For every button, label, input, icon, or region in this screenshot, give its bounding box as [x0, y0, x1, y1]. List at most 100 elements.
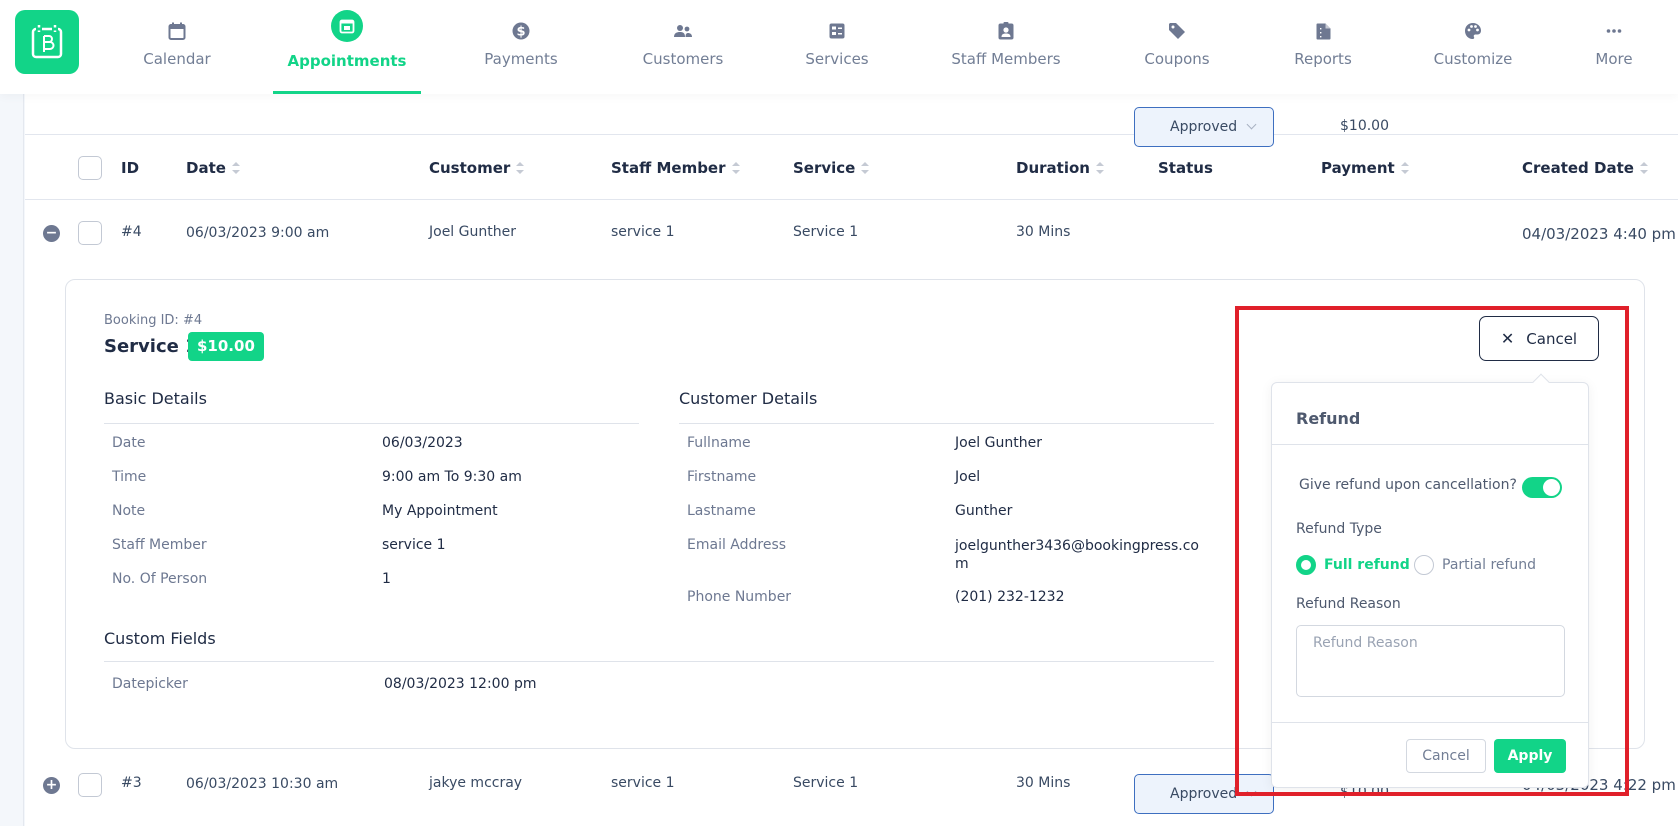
nav-staff-members[interactable]: Staff Members: [950, 0, 1062, 94]
field-value: service 1: [382, 537, 446, 553]
column-label: Duration: [1016, 159, 1090, 177]
divider: [1272, 722, 1588, 723]
toggle-knob: [1543, 479, 1560, 496]
refund-reason-input[interactable]: [1296, 625, 1565, 697]
nav-customers[interactable]: Customers: [639, 0, 727, 94]
nav-calendar[interactable]: Calendar: [131, 0, 223, 94]
nav-label: Appointments: [287, 52, 407, 70]
column-label: Service: [793, 159, 856, 177]
divider: [679, 423, 1214, 424]
cell-customer: Joel Gunther: [429, 224, 516, 240]
nav-payments[interactable]: $ Payments: [481, 0, 561, 94]
table-row[interactable]: − #4 06/03/2023 9:00 am Joel Gunther ser…: [25, 107, 1678, 266]
field-label: Datepicker: [112, 676, 188, 692]
field-value: 06/03/2023: [382, 435, 463, 451]
column-header-date[interactable]: Date: [186, 159, 240, 177]
svg-text:$: $: [516, 25, 525, 40]
nav-customize[interactable]: Customize: [1431, 0, 1515, 94]
nav-reports[interactable]: Reports: [1292, 0, 1354, 94]
expand-row-icon[interactable]: +: [43, 777, 60, 794]
radio-label: Full refund: [1324, 557, 1410, 573]
column-header-payment[interactable]: Payment: [1321, 159, 1409, 177]
radio-partial-refund[interactable]: Partial refund: [1414, 555, 1536, 575]
services-icon: [822, 16, 852, 46]
report-icon: [1308, 16, 1338, 46]
sort-icon[interactable]: [516, 162, 525, 174]
field-label: No. Of Person: [112, 571, 208, 587]
bookingpress-logo-icon: [31, 25, 63, 59]
cell-staff: service 1: [611, 775, 675, 791]
top-navigation: Calendar Appointments $ Payments Custome…: [0, 0, 1678, 94]
radio-label: Partial refund: [1442, 557, 1537, 573]
field-label: Lastname: [687, 503, 756, 519]
cell-date: 06/03/2023 9:00 am: [186, 225, 330, 241]
sort-icon[interactable]: [1095, 162, 1104, 174]
sort-icon[interactable]: [861, 162, 870, 174]
status-dropdown[interactable]: Approved: [1134, 107, 1274, 147]
row-checkbox[interactable]: [78, 773, 102, 797]
app-logo[interactable]: [15, 10, 79, 74]
table-header: ID Date Customer Staff Member Service Du…: [25, 135, 1678, 200]
cell-payment: $10.00: [1340, 118, 1389, 134]
field-label: Date: [112, 435, 146, 451]
refund-cancel-button[interactable]: Cancel: [1406, 739, 1486, 773]
row-checkbox[interactable]: [78, 221, 102, 245]
column-label: Customer: [429, 159, 511, 177]
active-tab-indicator: [273, 91, 421, 94]
field-label: Time: [112, 469, 147, 485]
nav-more[interactable]: More: [1592, 0, 1636, 94]
radio-icon: [1414, 555, 1434, 575]
cell-date: 06/03/2023 10:30 am: [186, 776, 339, 792]
cell-customer: jakye mccray: [429, 775, 523, 791]
sort-icon[interactable]: [1400, 162, 1409, 174]
status-dropdown[interactable]: Approved: [1134, 774, 1274, 814]
field-label: Firstname: [687, 469, 757, 485]
nav-appointments[interactable]: Appointments: [273, 0, 421, 94]
nav-label: Customers: [642, 50, 724, 68]
field-label: Staff Member: [112, 537, 207, 553]
field-value: (201) 232-1232: [955, 589, 1065, 605]
nav-label: Calendar: [143, 50, 211, 68]
cell-created-date: 04/03/2023 4:40 pm: [1522, 225, 1676, 243]
close-icon: ✕: [1500, 329, 1515, 348]
field-label: Phone Number: [687, 589, 792, 605]
basic-details-title: Basic Details: [104, 389, 207, 408]
cancel-label: Cancel: [1526, 329, 1578, 348]
select-all-checkbox[interactable]: [78, 156, 102, 180]
nav-coupons[interactable]: Coupons: [1141, 0, 1213, 94]
more-dots-icon: [1599, 16, 1629, 46]
palette-icon: [1458, 16, 1488, 46]
divider: [1272, 444, 1588, 445]
field-label: Fullname: [687, 435, 751, 451]
cancel-appointment-button[interactable]: ✕ Cancel: [1479, 316, 1599, 361]
collapse-row-icon[interactable]: −: [43, 225, 60, 242]
divider: [104, 661, 1214, 662]
refund-toggle[interactable]: [1522, 477, 1562, 498]
field-label: Email Address: [687, 537, 787, 553]
column-header-service[interactable]: Service: [793, 159, 870, 177]
booking-id: Booking ID: #4: [104, 313, 203, 328]
refund-apply-button[interactable]: Apply: [1494, 739, 1566, 773]
calendar-icon: [162, 16, 192, 46]
id-badge-icon: [991, 16, 1021, 46]
sort-icon[interactable]: [1639, 162, 1648, 174]
column-label: Payment: [1321, 159, 1395, 177]
radio-full-refund[interactable]: Full refund: [1296, 555, 1410, 575]
column-header-created-date[interactable]: Created Date: [1522, 159, 1648, 177]
column-header-duration[interactable]: Duration: [1016, 159, 1104, 177]
column-header-staff-member[interactable]: Staff Member: [611, 159, 740, 177]
sort-icon[interactable]: [231, 162, 240, 174]
nav-services[interactable]: Services: [797, 0, 877, 94]
field-value: joelgunther3436@bookingpress.com: [955, 538, 1199, 572]
column-label: Date: [186, 159, 226, 177]
cell-service: Service 1: [793, 775, 859, 791]
refund-question: Give refund upon cancellation?: [1299, 477, 1517, 493]
field-label: Note: [112, 503, 146, 519]
column-header-customer[interactable]: Customer: [429, 159, 525, 177]
refund-reason-label: Refund Reason: [1296, 596, 1401, 612]
nav-label: Payments: [484, 50, 558, 68]
chevron-down-icon: [1246, 119, 1257, 130]
sort-icon[interactable]: [731, 162, 740, 174]
left-gutter: [0, 94, 24, 826]
status-value: Approved: [1170, 119, 1238, 135]
